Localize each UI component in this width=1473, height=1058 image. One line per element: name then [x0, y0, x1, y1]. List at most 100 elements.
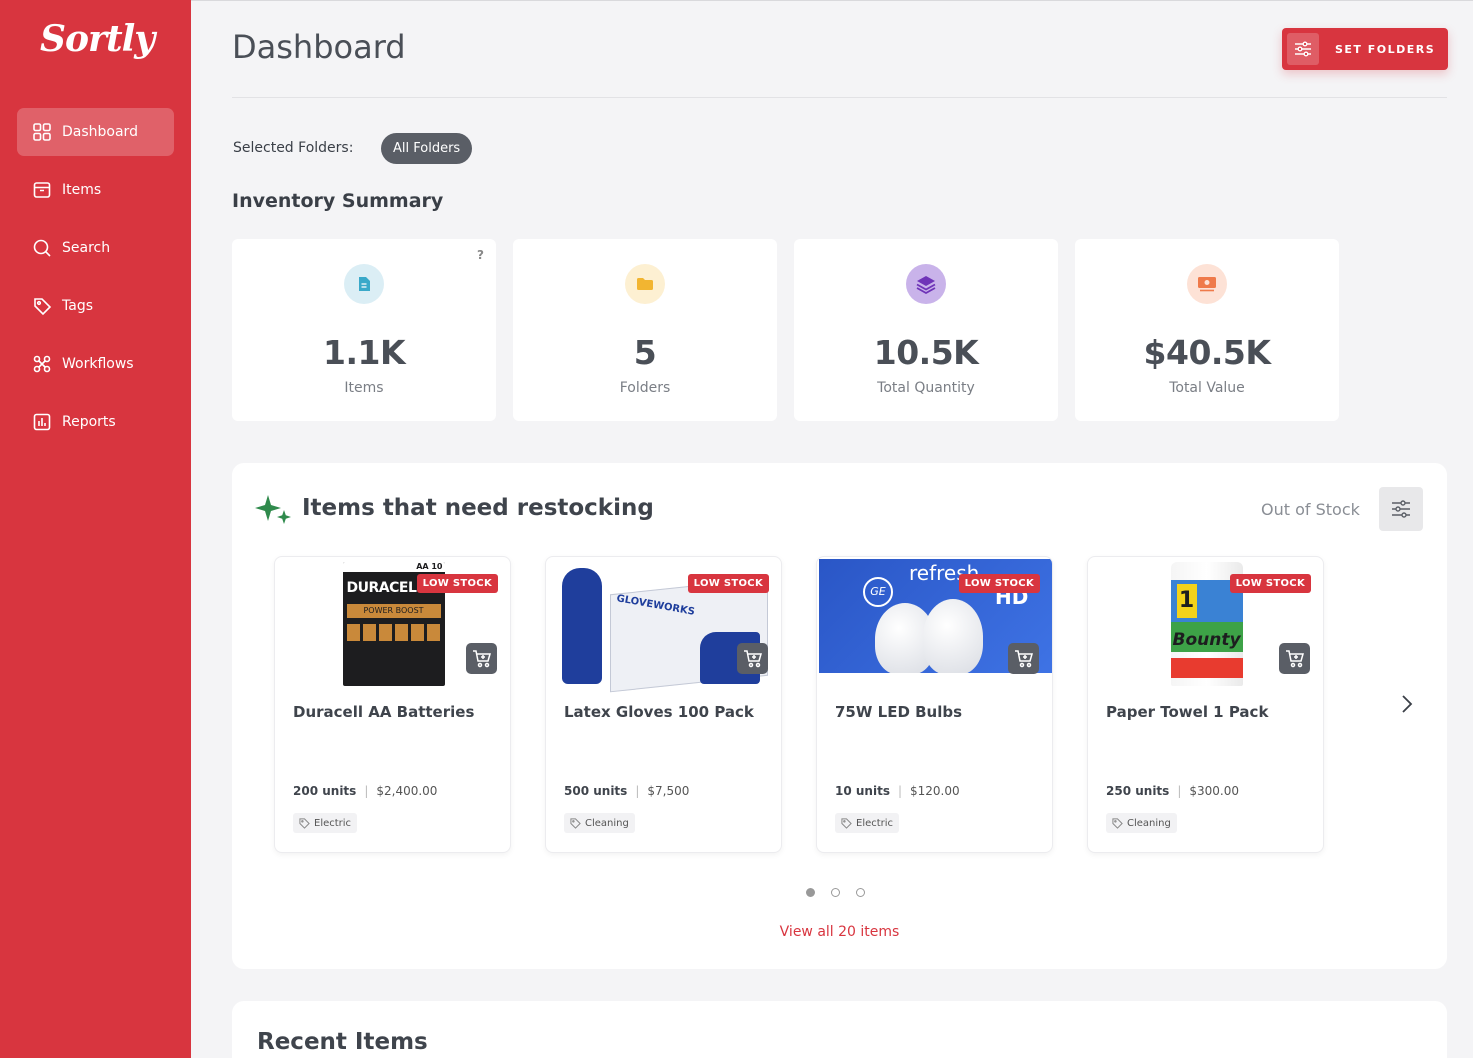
restock-panel: Items that need restocking Out of Stock … [232, 463, 1447, 969]
carousel-dot[interactable] [856, 888, 865, 897]
item-meta: 500 units | $7,500 [564, 784, 689, 798]
carousel-next-button[interactable] [1395, 689, 1419, 719]
sidebar-item-workflows[interactable]: Workflows [17, 340, 174, 388]
carousel-pagination [806, 888, 881, 897]
item-tag[interactable]: Electric [293, 813, 358, 833]
stat-label: Items [344, 380, 384, 396]
item-card[interactable]: GLOVEWORKS LOW STOCK Latex Gloves 100 Pa… [545, 556, 782, 853]
sidebar-item-label: Workflows [62, 356, 134, 372]
tag-icon [841, 817, 852, 829]
tag-icon [1112, 817, 1123, 829]
separator: | [635, 784, 640, 798]
item-units: 10 units [835, 784, 890, 798]
set-folders-label: SET FOLDERS [1335, 42, 1436, 56]
filter-label: Out of Stock [1261, 500, 1360, 519]
stat-value: 10.5K [873, 333, 979, 372]
stat-value: 1.1K [322, 333, 406, 372]
layers-icon [906, 264, 946, 304]
workflow-icon [31, 353, 53, 375]
item-name: 75W LED Bulbs [835, 703, 963, 721]
item-name: Paper Towel 1 Pack [1106, 703, 1269, 721]
sidebar-item-search[interactable]: Search [17, 224, 174, 272]
stat-value: $40.5K [1143, 333, 1271, 372]
document-icon [344, 264, 384, 304]
set-folders-button[interactable]: SET FOLDERS [1282, 28, 1448, 70]
stat-label: Total Value [1169, 380, 1245, 396]
item-price: $300.00 [1189, 784, 1239, 798]
low-stock-badge: LOW STOCK [958, 574, 1040, 593]
inventory-summary-title: Inventory Summary [232, 190, 444, 212]
item-meta: 250 units | $300.00 [1106, 784, 1239, 798]
low-stock-badge: LOW STOCK [1229, 574, 1311, 593]
separator: | [897, 784, 903, 798]
item-tag[interactable]: Cleaning [564, 813, 635, 833]
add-to-cart-button[interactable] [466, 643, 497, 674]
item-units: 200 units [293, 784, 357, 798]
all-folders-chip[interactable]: All Folders [381, 133, 473, 164]
item-name: Duracell AA Batteries [293, 703, 475, 721]
low-stock-badge: LOW STOCK [416, 574, 498, 593]
sidebar-item-label: Search [62, 240, 111, 256]
sliders-icon [1287, 33, 1319, 65]
recent-items-title: Recent Items [257, 1029, 428, 1055]
sparkle-icon [255, 495, 291, 524]
page-title: Dashboard [232, 28, 406, 66]
tag-icon [570, 817, 581, 829]
grid-icon [31, 121, 53, 143]
cart-icon [743, 649, 762, 667]
sidebar-item-label: Dashboard [62, 124, 138, 140]
stat-value: 5 [633, 333, 657, 372]
sidebar-nav: Dashboard Items Search Tags Workflows Re… [17, 108, 174, 456]
sortly-logo[interactable]: Sortly [40, 18, 155, 60]
item-meta: 200 units | $2,400.00 [293, 784, 437, 798]
item-price: $120.00 [910, 784, 960, 798]
low-stock-badge: LOW STOCK [687, 574, 769, 593]
item-tag[interactable]: Cleaning [1106, 813, 1177, 833]
tag-icon [31, 295, 53, 317]
separator: | [364, 784, 369, 798]
add-to-cart-button[interactable] [1008, 643, 1039, 674]
help-icon[interactable]: ? [477, 248, 484, 262]
add-to-cart-button[interactable] [737, 643, 768, 674]
sidebar-item-label: Tags [62, 298, 93, 314]
stat-card-items: ? 1.1K Items [232, 239, 496, 421]
folder-icon [625, 264, 665, 304]
view-all-items-link[interactable]: View all 20 items [232, 924, 1447, 940]
add-to-cart-button[interactable] [1279, 643, 1310, 674]
search-icon [31, 237, 53, 259]
item-meta: 10 units | $120.00 [835, 784, 960, 798]
money-icon [1187, 264, 1227, 304]
sidebar-item-label: Items [62, 182, 102, 198]
divider [232, 97, 1447, 98]
item-units: 500 units [564, 784, 628, 798]
sidebar-item-reports[interactable]: Reports [17, 398, 174, 446]
carousel-dot[interactable] [831, 888, 840, 897]
stat-card-folders: 5 Folders [513, 239, 777, 421]
sidebar-item-tags[interactable]: Tags [17, 282, 174, 330]
filter-button[interactable] [1379, 487, 1423, 531]
recent-items-panel: Recent Items [232, 1001, 1447, 1058]
cart-icon [1285, 649, 1304, 667]
tag-icon [299, 817, 310, 829]
item-price: $2,400.00 [376, 784, 438, 798]
restock-title: Items that need restocking [302, 495, 654, 521]
sidebar-item-dashboard[interactable]: Dashboard [17, 108, 174, 156]
carousel-dot[interactable] [806, 888, 815, 897]
sidebar-item-items[interactable]: Items [17, 166, 174, 214]
item-card[interactable]: AA 10 DURACELL POWER BOOST LOW STOCK Dur… [274, 556, 511, 853]
sidebar: Sortly Dashboard Items Search Tags Workf… [0, 0, 191, 1058]
box-icon [31, 179, 53, 201]
item-card[interactable]: 1 Bounty LOW STOCK Paper Towel 1 Pack 25… [1087, 556, 1324, 853]
item-units: 250 units [1106, 784, 1170, 798]
stat-card-total-quantity: 10.5K Total Quantity [794, 239, 1058, 421]
cart-icon [472, 649, 491, 667]
sliders-icon [1392, 500, 1410, 518]
main-content: Dashboard SET FOLDERS Selected Folders: … [191, 0, 1473, 1058]
chevron-right-icon [1402, 695, 1413, 713]
selected-folders-label: Selected Folders: [233, 140, 354, 156]
separator: | [1177, 784, 1182, 798]
cart-icon [1014, 649, 1033, 667]
stat-label: Folders [619, 380, 671, 396]
item-card[interactable]: GE refresh HD LOW STOCK 75W LED Bulbs 10… [816, 556, 1053, 853]
item-tag[interactable]: Electric [835, 813, 900, 833]
